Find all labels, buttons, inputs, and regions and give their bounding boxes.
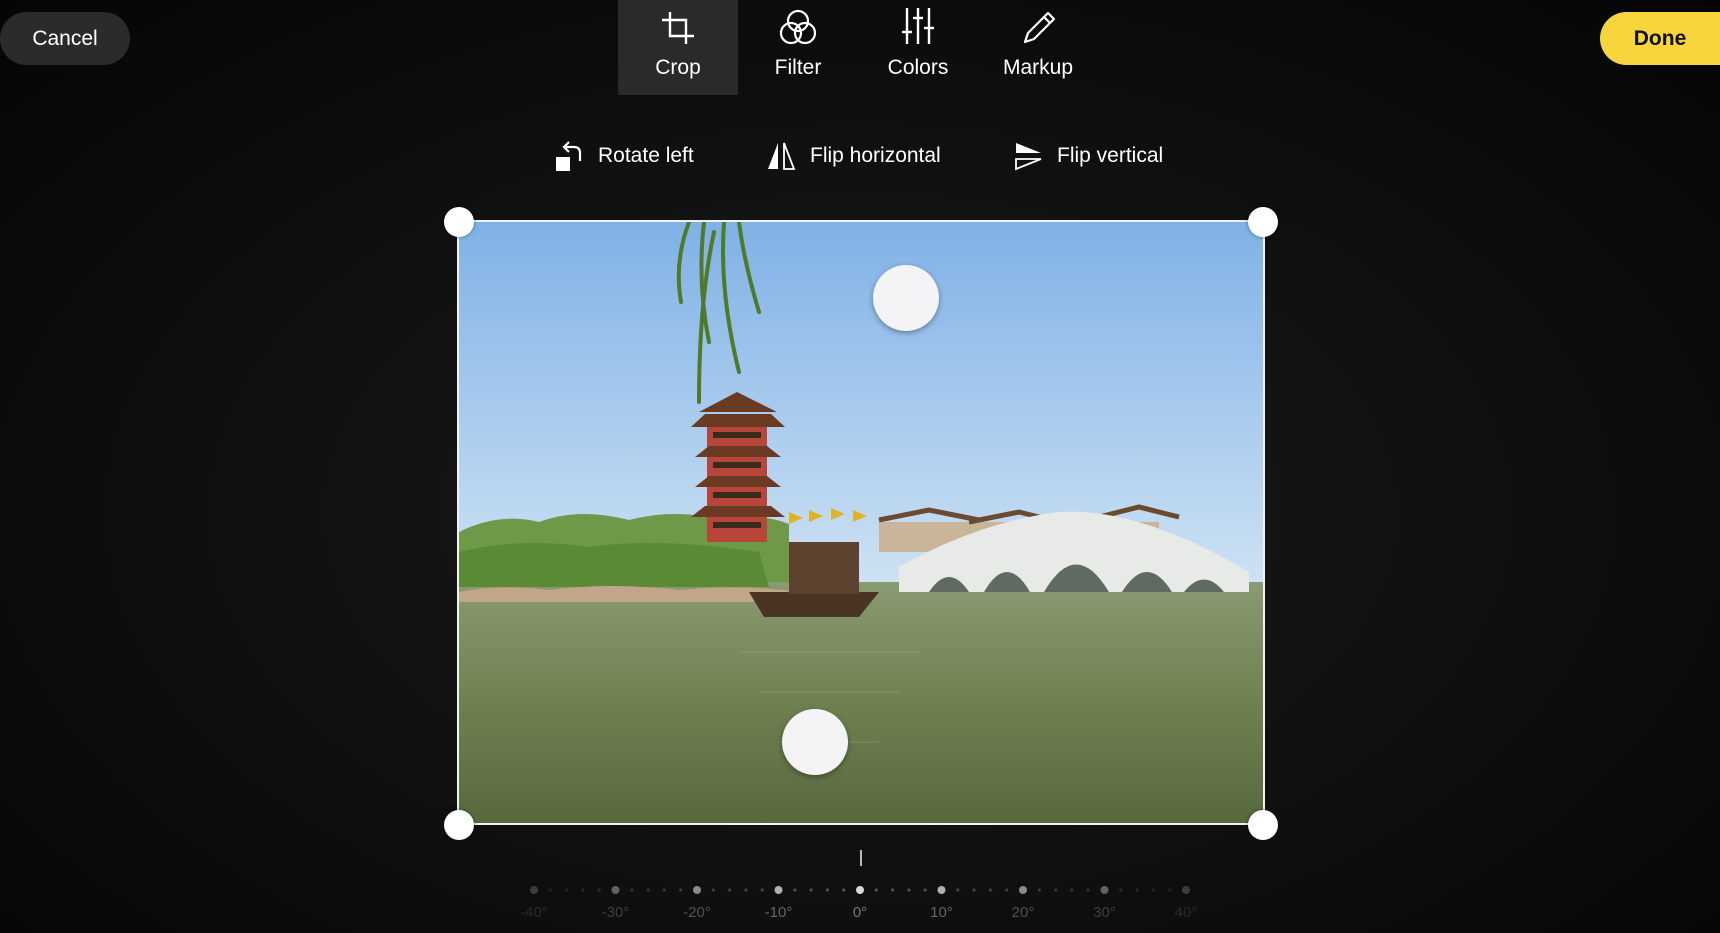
crop-handle-top-right[interactable]	[1248, 207, 1278, 237]
done-button[interactable]: Done	[1600, 12, 1720, 65]
ruler-label: 10°	[930, 904, 953, 921]
ruler-minor-tick	[646, 888, 650, 892]
ruler-minor-tick	[1054, 888, 1058, 892]
ruler-minor-tick	[842, 888, 846, 892]
crop-handle-bottom-right[interactable]	[1248, 810, 1278, 840]
flip-vertical-label: Flip vertical	[1057, 144, 1164, 167]
ruler-minor-tick	[1168, 888, 1172, 892]
ruler-minor-tick	[630, 888, 634, 892]
ruler-minor-tick	[760, 888, 764, 892]
flip-vertical-button[interactable]: Flip vertical	[1013, 136, 1163, 176]
tab-label: Colors	[887, 56, 949, 79]
ruler-minor-tick	[548, 888, 552, 892]
ruler-minor-tick	[1005, 888, 1009, 892]
filter-icon	[779, 9, 817, 45]
tab-filter[interactable]: Filter	[738, 0, 858, 95]
ruler-minor-tick	[988, 888, 992, 892]
crop-tools: Rotate left Flip horizontal Flip vertica…	[0, 136, 1720, 176]
tab-markup[interactable]: Markup	[978, 0, 1098, 95]
ruler-minor-tick	[1119, 888, 1123, 892]
ruler-major-tick	[937, 886, 946, 894]
flip-vertical-icon	[1015, 143, 1042, 171]
ruler-label: 40°	[1174, 904, 1198, 921]
ruler-minor-tick	[874, 888, 878, 892]
ruler-minor-tick	[581, 888, 585, 892]
ruler-label: 30°	[1093, 904, 1116, 921]
ruler-indicator	[860, 850, 862, 866]
ruler-label: 20°	[1011, 904, 1035, 921]
tab-label: Markup	[1002, 56, 1074, 79]
ruler-minor-tick	[1151, 888, 1155, 892]
ruler-minor-tick	[809, 888, 813, 892]
ruler-minor-tick	[679, 888, 683, 892]
pencil-icon	[1023, 11, 1056, 44]
crop-icon	[662, 12, 694, 44]
sliders-icon	[902, 8, 934, 44]
photo-crop-area[interactable]	[457, 220, 1265, 825]
crop-handle-top-left[interactable]	[444, 207, 474, 237]
ruler-minor-tick	[972, 888, 976, 892]
ruler-minor-tick	[1070, 888, 1074, 892]
photo	[459, 222, 1263, 823]
ruler-label: -30°	[601, 904, 630, 921]
ruler-minor-tick	[662, 888, 666, 892]
ruler-major-tick	[1182, 886, 1190, 894]
rotate-left-icon	[556, 141, 582, 171]
ruler-major-tick	[856, 886, 864, 894]
ruler-major-tick	[693, 886, 701, 894]
ruler-minor-tick	[1037, 888, 1041, 892]
ruler-minor-tick	[825, 888, 829, 892]
ruler-minor-tick	[907, 888, 911, 892]
ruler-label: -20°	[683, 904, 711, 921]
ruler-minor-tick	[1135, 888, 1139, 892]
ruler-label: 0°	[852, 904, 868, 921]
ruler-minor-tick	[728, 888, 732, 892]
rotation-ruler[interactable]: -40° -30° -20° -10° 0° 10° 20° 30° 40°	[520, 850, 1200, 930]
ruler-major-tick	[1019, 886, 1027, 894]
ruler-major-tick	[774, 886, 783, 894]
tab-colors[interactable]: Colors	[858, 0, 978, 95]
ruler-major-tick	[530, 886, 538, 894]
ruler-minor-tick	[711, 888, 715, 892]
ruler-minor-tick	[891, 888, 895, 892]
tab-label: Filter	[774, 56, 822, 79]
rotate-left-label: Rotate left	[598, 144, 694, 167]
tab-label: Crop	[655, 56, 701, 79]
ruler-minor-tick	[923, 888, 927, 892]
straighten-handle-top[interactable]	[873, 265, 939, 331]
ruler-minor-tick	[1086, 888, 1090, 892]
edit-tabs: Crop Filter Colors Markup	[618, 0, 1098, 95]
ruler-minor-tick	[956, 888, 960, 892]
flip-horizontal-button[interactable]: Flip horizontal	[766, 136, 941, 176]
ruler-minor-tick	[597, 888, 601, 892]
ruler-minor-tick	[744, 888, 748, 892]
ruler-minor-tick	[565, 888, 569, 892]
tab-crop[interactable]: Crop	[618, 0, 738, 95]
ruler-minor-tick	[793, 888, 797, 892]
rotate-left-button[interactable]: Rotate left	[554, 136, 694, 176]
ruler-major-tick	[611, 886, 620, 894]
ruler-label: -40°	[520, 904, 548, 921]
ruler-major-tick	[1100, 886, 1109, 894]
crop-handle-bottom-left[interactable]	[444, 810, 474, 840]
cancel-button[interactable]: Cancel	[0, 12, 130, 65]
ruler-label: -10°	[764, 904, 793, 921]
flip-horizontal-icon	[768, 142, 796, 170]
flip-horizontal-label: Flip horizontal	[810, 144, 941, 167]
straighten-handle-bottom[interactable]	[782, 709, 848, 775]
